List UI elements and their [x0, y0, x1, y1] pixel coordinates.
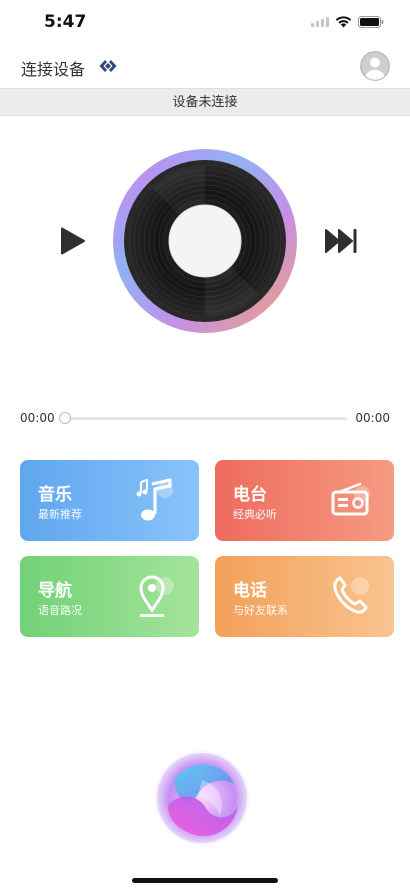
voice-assistant-button[interactable] — [154, 750, 250, 846]
header: 连接设备 — [0, 46, 410, 88]
music-card-subtitle: 最新推荐 — [38, 508, 82, 521]
signal-icon — [311, 16, 329, 27]
phone-card-title: 电话 — [233, 581, 267, 601]
progress-track[interactable] — [63, 417, 347, 420]
next-icon — [325, 229, 357, 253]
radio-card-title: 电台 — [233, 485, 267, 505]
location-pin-icon — [139, 575, 174, 617]
phone-card-subtitle: 与好友联系 — [233, 604, 288, 617]
navigation-card-title: 导航 — [38, 581, 72, 601]
connection-status-bar: 设备未连接 — [0, 88, 410, 116]
navigation-card-subtitle: 语音路况 — [38, 604, 82, 617]
play-icon — [61, 227, 85, 255]
music-card-title: 音乐 — [38, 485, 72, 505]
music-card[interactable]: 音乐 最新推荐 — [20, 460, 199, 541]
phone-icon — [333, 576, 369, 614]
wifi-icon — [335, 16, 352, 28]
radio-icon — [331, 482, 370, 516]
vinyl-disc — [113, 149, 297, 333]
battery-icon — [358, 15, 384, 28]
status-time: 5:47 — [44, 12, 87, 32]
music-note-icon — [136, 478, 173, 521]
radio-card[interactable]: 电台 经典必听 — [215, 460, 394, 541]
link-icon[interactable] — [98, 58, 118, 74]
play-button[interactable] — [58, 226, 88, 256]
next-track-button[interactable] — [324, 227, 360, 255]
voice-assistant-icon — [155, 751, 249, 845]
phone-card[interactable]: 电话 与好友联系 — [215, 556, 394, 637]
home-indicator — [132, 878, 278, 883]
avatar-button[interactable] — [360, 51, 390, 81]
status-icons — [311, 15, 384, 28]
total-time: 00:00 — [355, 411, 390, 425]
status-bar: 5:47 — [0, 0, 410, 46]
connection-status-text: 设备未连接 — [172, 95, 238, 110]
connect-device-title[interactable]: 连接设备 — [21, 56, 85, 80]
progress-thumb[interactable] — [59, 412, 71, 424]
radio-card-subtitle: 经典必听 — [233, 508, 277, 521]
current-time: 00:00 — [20, 411, 55, 425]
navigation-card[interactable]: 导航 语音路况 — [20, 556, 199, 637]
avatar-icon — [360, 51, 390, 81]
